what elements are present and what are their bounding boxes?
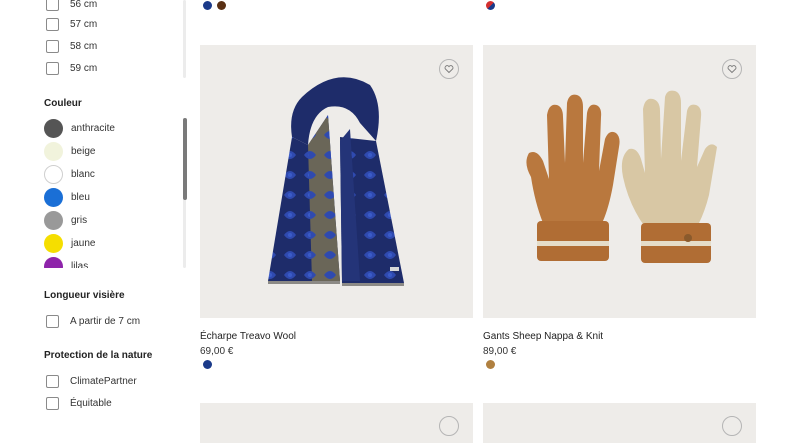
product-image-next[interactable] xyxy=(483,403,756,443)
size-filter-58[interactable]: 58 cm xyxy=(46,38,97,54)
filter-sidebar: 56 cm 57 cm 58 cm 59 cm Couleur anthraci… xyxy=(0,0,190,424)
color-option-jaune[interactable]: jaune xyxy=(44,233,95,253)
product-image-scarf[interactable] xyxy=(200,45,473,318)
wishlist-heart-icon[interactable] xyxy=(439,59,459,79)
color-option-beige[interactable]: beige xyxy=(44,141,95,161)
gloves-image xyxy=(526,90,717,263)
color-dot[interactable] xyxy=(203,360,212,369)
color-option-bleu[interactable]: bleu xyxy=(44,187,90,207)
nature-protection-title: Protection de la nature xyxy=(44,350,153,361)
product-image-gloves[interactable] xyxy=(483,45,756,318)
color-swatch xyxy=(44,256,63,268)
color-option-anthracite[interactable]: anthracite xyxy=(44,118,115,138)
wishlist-heart-icon[interactable] xyxy=(722,59,742,79)
wishlist-heart-icon[interactable] xyxy=(439,416,459,436)
checkbox[interactable] xyxy=(46,61,59,75)
checkbox[interactable] xyxy=(46,374,59,388)
filter-equitable[interactable]: Équitable xyxy=(46,395,112,411)
checkbox[interactable] xyxy=(46,39,59,53)
color-option-blanc[interactable]: blanc xyxy=(44,164,95,184)
filter-climatepartner[interactable]: ClimatePartner xyxy=(46,373,137,389)
size-filter-59[interactable]: 59 cm xyxy=(46,60,97,76)
color-option-lilas[interactable]: lilas xyxy=(44,256,88,268)
wishlist-heart-icon[interactable] xyxy=(722,416,742,436)
checkbox[interactable] xyxy=(46,396,59,410)
size-list-scrollbar[interactable] xyxy=(183,0,186,78)
product-price: 69,00 € xyxy=(200,346,234,357)
color-filter-title: Couleur xyxy=(44,98,82,109)
color-filter-list: anthracite beige blanc bleu gris jaune l… xyxy=(44,118,184,268)
checkbox[interactable] xyxy=(46,314,59,328)
color-swatch xyxy=(44,118,63,138)
color-dot[interactable] xyxy=(217,1,226,10)
color-swatch xyxy=(44,164,63,184)
color-list-scrollbar-thumb[interactable] xyxy=(183,118,187,200)
visor-length-option[interactable]: A partir de 7 cm xyxy=(46,313,140,329)
scarf-image xyxy=(268,77,404,286)
product-name[interactable]: Gants Sheep Nappa & Knit xyxy=(483,331,603,342)
visor-length-title: Longueur visière xyxy=(44,290,125,301)
color-swatch xyxy=(44,233,63,253)
product-image-next[interactable] xyxy=(200,403,473,443)
size-filter-56[interactable]: 56 cm xyxy=(46,0,97,12)
color-dot[interactable] xyxy=(486,1,495,10)
color-swatch xyxy=(44,187,63,207)
color-option-gris[interactable]: gris xyxy=(44,210,87,230)
size-filter-57[interactable]: 57 cm xyxy=(46,16,97,32)
color-swatch xyxy=(44,141,63,161)
product-price: 89,00 € xyxy=(483,346,517,357)
color-dot[interactable] xyxy=(203,1,212,10)
product-name[interactable]: Écharpe Treavo Wool xyxy=(200,331,296,342)
checkbox[interactable] xyxy=(46,0,59,11)
color-swatch xyxy=(44,210,63,230)
checkbox[interactable] xyxy=(46,17,59,31)
color-dot[interactable] xyxy=(486,360,495,369)
